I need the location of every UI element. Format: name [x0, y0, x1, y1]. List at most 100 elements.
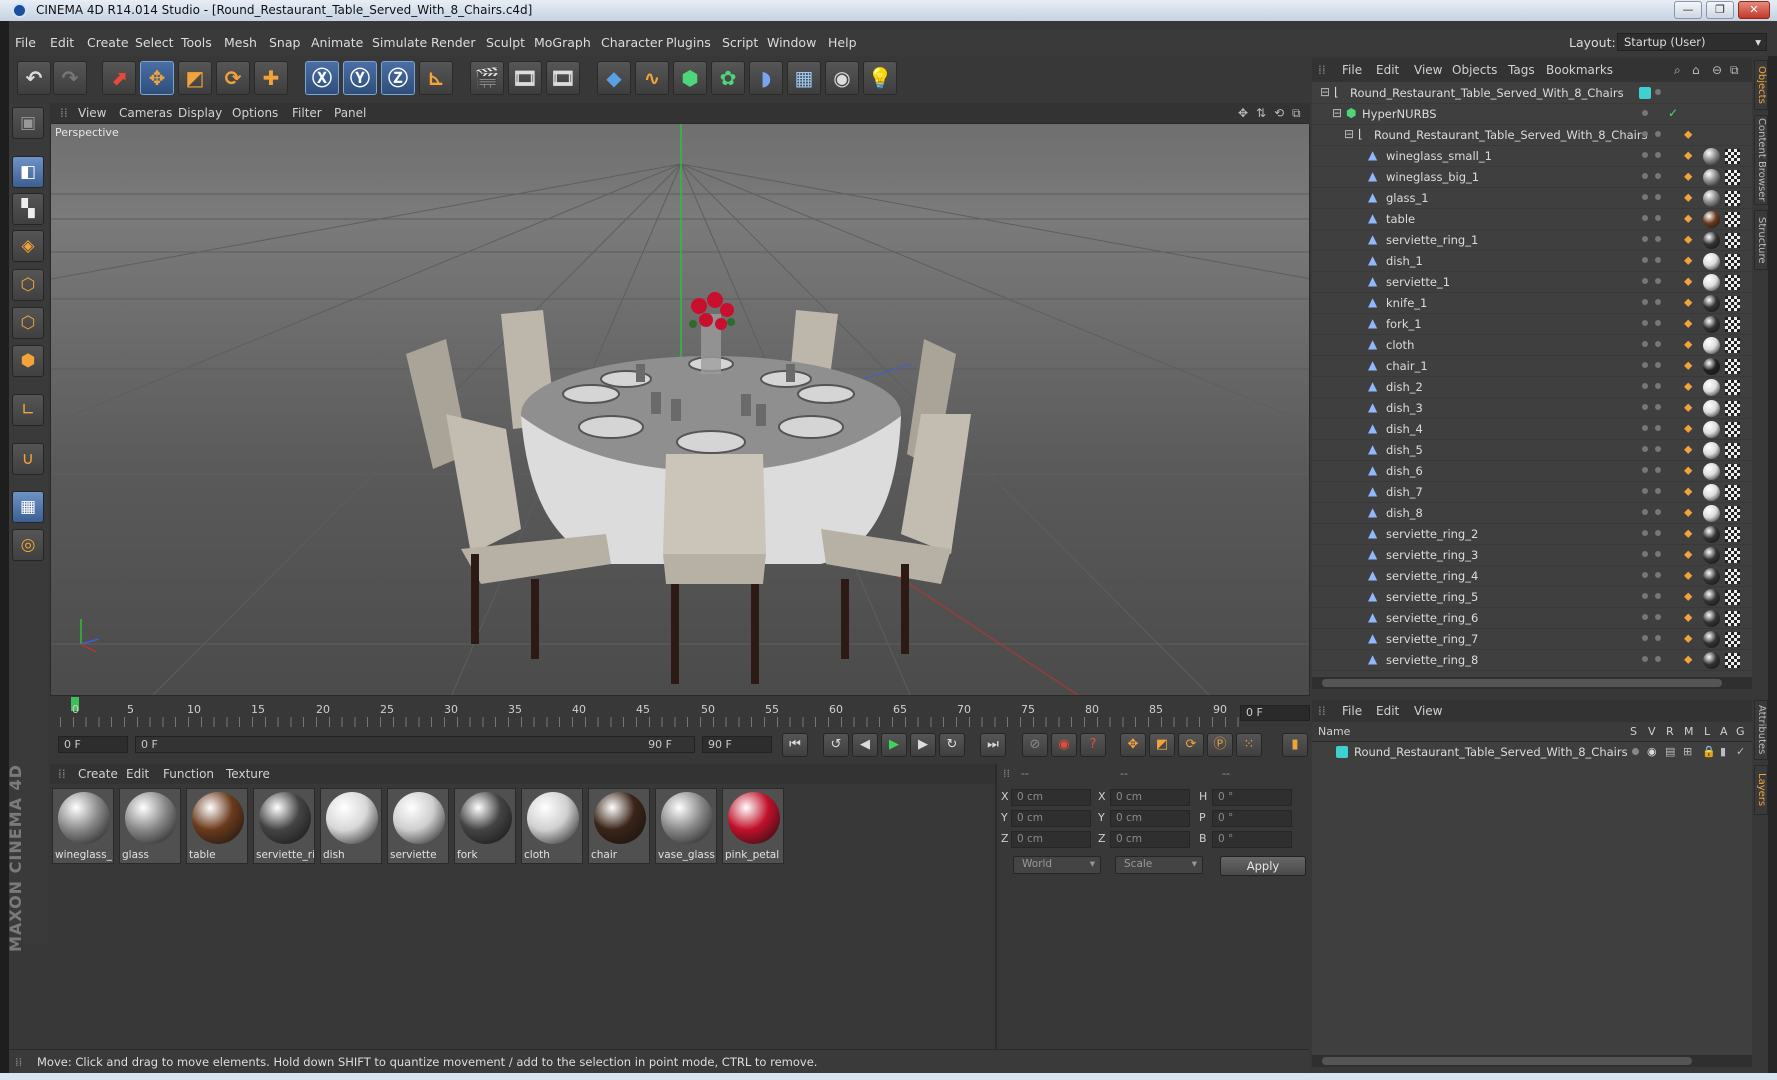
- material-tag-icon[interactable]: [1703, 400, 1720, 417]
- visibility-dot[interactable]: [1642, 278, 1648, 284]
- tag-icon[interactable]: ⬥: [1684, 548, 1694, 561]
- rotation-b-field[interactable]: 0 °: [1212, 831, 1292, 848]
- material-tag-icon[interactable]: [1703, 652, 1720, 669]
- menu-snap[interactable]: Snap: [269, 35, 300, 50]
- position-z-field[interactable]: 0 cm: [1011, 831, 1091, 848]
- close-button[interactable]: ✕: [1738, 1, 1770, 19]
- scale-tool-button[interactable]: ◩: [178, 61, 212, 95]
- tree-row[interactable]: ▲ serviette_ring_3 ⬥: [1312, 545, 1752, 566]
- tag-icon[interactable]: ⬥: [1684, 149, 1694, 162]
- menu-simulate[interactable]: Simulate: [372, 35, 427, 50]
- animation-icon[interactable]: ▮: [1720, 745, 1726, 758]
- previous-frame-button[interactable]: ◀: [852, 733, 878, 757]
- visibility-dot[interactable]: [1642, 383, 1648, 389]
- texture-tag-icon[interactable]: [1725, 464, 1740, 479]
- add-camera-button[interactable]: ◉: [825, 61, 859, 95]
- material-tag-icon[interactable]: [1703, 631, 1720, 648]
- tag-icon[interactable]: ⬥: [1684, 653, 1694, 666]
- material-swatch[interactable]: serviette: [387, 788, 449, 864]
- 3d-viewport[interactable]: Perspective: [50, 123, 1310, 696]
- tag-icon[interactable]: ⬥: [1684, 275, 1694, 288]
- visibility-dot[interactable]: [1642, 446, 1648, 452]
- texture-tag-icon[interactable]: [1725, 317, 1740, 332]
- layout-dropdown[interactable]: Startup (User) ▾: [1617, 33, 1767, 51]
- tag-icon[interactable]: ⬥: [1684, 359, 1694, 372]
- texture-tag-icon[interactable]: [1725, 359, 1740, 374]
- material-menu-create[interactable]: Create: [78, 767, 118, 781]
- tag-icon[interactable]: ⬥: [1684, 506, 1694, 519]
- eye-icon[interactable]: ◉: [1647, 745, 1657, 758]
- side-tab-structure[interactable]: Structure: [1754, 210, 1768, 270]
- material-tag-icon[interactable]: [1703, 316, 1720, 333]
- material-tag-icon[interactable]: [1703, 232, 1720, 249]
- render-icon[interactable]: ▤: [1665, 745, 1675, 758]
- render-dot[interactable]: [1655, 509, 1661, 515]
- render-dot[interactable]: [1655, 257, 1661, 263]
- visibility-dot[interactable]: [1642, 593, 1648, 599]
- render-dot[interactable]: [1655, 383, 1661, 389]
- model-mode-button[interactable]: ▣: [12, 107, 44, 139]
- manager-icon[interactable]: ⊞: [1683, 745, 1692, 758]
- undo-button[interactable]: ↶: [17, 61, 51, 95]
- live-selection-button[interactable]: ⬈: [102, 61, 136, 95]
- texture-tag-icon[interactable]: [1725, 401, 1740, 416]
- object-menu-bookmarks[interactable]: Bookmarks: [1546, 63, 1613, 77]
- tree-row[interactable]: ▲ serviette_ring_4 ⬥: [1312, 566, 1752, 587]
- minimize-button[interactable]: —: [1674, 1, 1702, 19]
- texture-tag-icon[interactable]: [1725, 569, 1740, 584]
- menu-mograph[interactable]: MoGraph: [534, 35, 591, 50]
- material-tag-icon[interactable]: [1703, 211, 1720, 228]
- object-menu-objects[interactable]: Objects: [1452, 63, 1497, 77]
- render-picture-viewer-button[interactable]: 🎞: [508, 61, 542, 95]
- visibility-dot[interactable]: [1642, 362, 1648, 368]
- tree-row[interactable]: ▲ chair_1 ⬥: [1312, 356, 1752, 377]
- tag-icon[interactable]: ⬥: [1684, 170, 1694, 183]
- size-x-field[interactable]: 0 cm: [1110, 789, 1190, 806]
- frame-range-slider[interactable]: 0 F 90 F: [135, 736, 695, 753]
- render-dot[interactable]: [1655, 635, 1661, 641]
- visibility-dot[interactable]: [1642, 572, 1648, 578]
- add-nurbs-button[interactable]: ⬢: [673, 61, 707, 95]
- key-scale-button[interactable]: ◩: [1149, 733, 1175, 757]
- side-tab-attributes[interactable]: Attributes: [1754, 700, 1768, 760]
- material-tag-icon[interactable]: [1703, 295, 1720, 312]
- layer-menu-file[interactable]: File: [1342, 704, 1362, 718]
- previous-key-button[interactable]: ↺: [823, 733, 849, 757]
- visibility-dot[interactable]: [1642, 320, 1648, 326]
- render-dot[interactable]: [1655, 551, 1661, 557]
- solo-toggle[interactable]: [1632, 748, 1639, 755]
- collapse-icon[interactable]: ⊟: [1344, 128, 1356, 141]
- material-menu-function[interactable]: Function: [163, 767, 214, 781]
- texture-tag-icon[interactable]: [1725, 380, 1740, 395]
- tree-row[interactable]: ▲ fork_1 ⬥: [1312, 314, 1752, 335]
- material-tag-icon[interactable]: [1703, 505, 1720, 522]
- viewport-move-icon[interactable]: ✥: [1238, 106, 1248, 120]
- material-tag-icon[interactable]: [1703, 526, 1720, 543]
- render-dot[interactable]: [1655, 593, 1661, 599]
- tree-row[interactable]: ▲ serviette_ring_2 ⬥: [1312, 524, 1752, 545]
- menu-character[interactable]: Character: [601, 35, 663, 50]
- search-icon[interactable]: ⌕: [1674, 63, 1681, 78]
- material-tag-icon[interactable]: [1703, 169, 1720, 186]
- go-to-end-button[interactable]: ⏭: [980, 733, 1006, 757]
- texture-tag-icon[interactable]: [1725, 212, 1740, 227]
- texture-tag-icon[interactable]: [1725, 191, 1740, 206]
- viewport-menu-panel[interactable]: Panel: [334, 106, 366, 120]
- object-menu-tags[interactable]: Tags: [1508, 63, 1535, 77]
- tree-row[interactable]: ▲ dish_5 ⬥: [1312, 440, 1752, 461]
- layer-menu-edit[interactable]: Edit: [1376, 704, 1399, 718]
- tree-row[interactable]: ▲ dish_1 ⬥: [1312, 251, 1752, 272]
- tree-row[interactable]: ▲ dish_3 ⬥: [1312, 398, 1752, 419]
- tag-icon[interactable]: ⬥: [1684, 611, 1694, 624]
- tag-icon[interactable]: ⬥: [1684, 128, 1694, 141]
- visibility-dot[interactable]: [1642, 635, 1648, 641]
- render-dot[interactable]: [1655, 488, 1661, 494]
- x-axis-button[interactable]: Ⓧ: [305, 61, 339, 95]
- collapse-icon[interactable]: ⊟: [1320, 86, 1332, 99]
- key-rotation-button[interactable]: ⟳: [1178, 733, 1204, 757]
- tree-row[interactable]: ▲ serviette_ring_6 ⬥: [1312, 608, 1752, 629]
- tag-icon[interactable]: ⬥: [1684, 254, 1694, 267]
- texture-tag-icon[interactable]: [1725, 485, 1740, 500]
- render-settings-button[interactable]: 🎞: [546, 61, 580, 95]
- tree-row[interactable]: ▲ cloth ⬥: [1312, 335, 1752, 356]
